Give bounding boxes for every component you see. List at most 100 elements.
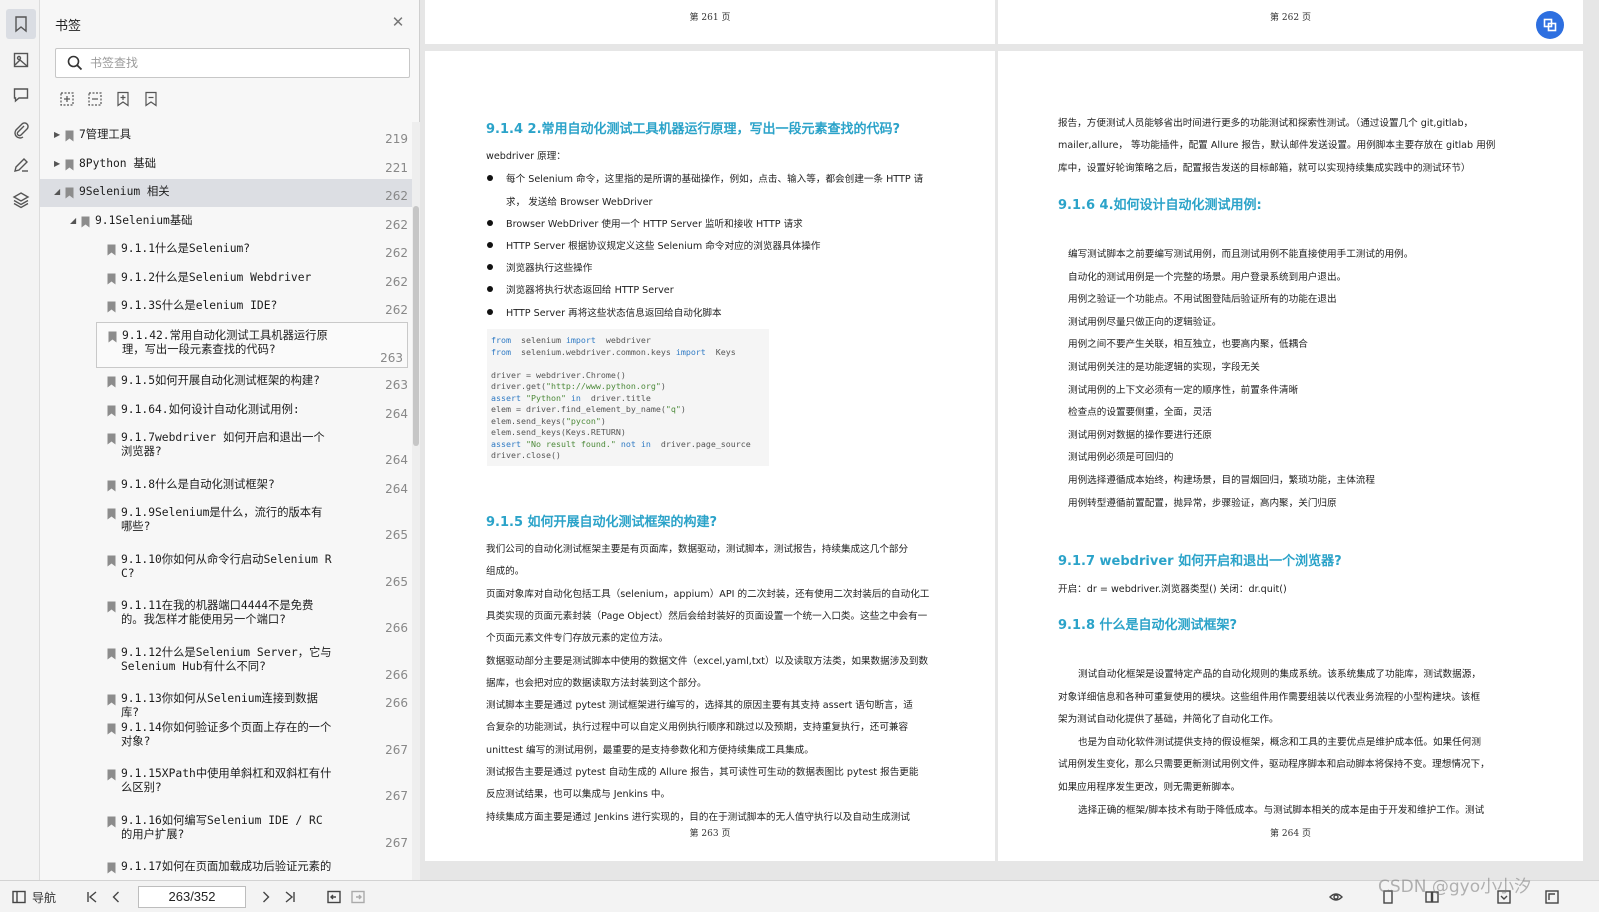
bookmark-page-number: 262 [385, 246, 408, 260]
paragraph-text: 测试脚本主要是通过 pytest 测试框架进行编写的，选择其的原因主要有其支持 … [486, 700, 913, 712]
bookmark-item[interactable]: 9.1.14你如何验证多个页面上存在的一个对象? 267 [40, 715, 412, 761]
paragraph-text: 如果应用程序发生更改，则无需更新脚本。 [1058, 782, 1241, 793]
bookmark-scroll-thumb[interactable] [413, 206, 419, 446]
left-toolbar [0, 0, 40, 880]
previous-page-button[interactable] [108, 888, 124, 906]
remove-bookmark-button[interactable] [87, 91, 105, 109]
bookmark-item[interactable]: 9.1.1什么是Selenium? 262 [40, 236, 412, 264]
bookmark-edit-button[interactable] [115, 91, 133, 109]
bookmark-page-number: 264 [385, 406, 408, 421]
paragraph-text: 反应测试结果，也可以集成与 Jenkins 中。 [486, 789, 671, 801]
section-title: 9.1.8 什么是自动化测试框架? [1058, 618, 1238, 633]
bookmark-item[interactable]: 9.1.16如何编写Selenium IDE / RC的用户扩展? 267 [40, 808, 412, 854]
bookmark-item[interactable]: 9.1.13你如何从Selenium连接到数据库? 266 [40, 686, 412, 719]
collapse-caret-icon[interactable]: ◢ [70, 216, 76, 225]
bookmark-page-number: 266 [385, 696, 408, 710]
bookmark-page-number: 267 [385, 835, 408, 850]
expand-caret-icon[interactable]: ▶ [54, 159, 60, 168]
bookmark-label: 9.1.3S什么是elenium IDE? [121, 299, 278, 312]
page-number-input[interactable]: 263/352 [138, 886, 246, 908]
bookmark-item[interactable]: 9.1.2什么是Selenium Webdriver 262 [40, 265, 412, 293]
bookmark-label: 9.1.17如何在页面加载成功后验证元素的 [121, 860, 332, 873]
bookmark-icon [107, 648, 116, 659]
bookmark-item[interactable]: 9.1.12什么是Selenium Server，它与Selenium Hub有… [40, 640, 412, 686]
bookmark-item[interactable]: 9.1.3S什么是elenium IDE? 262 [40, 293, 412, 321]
code-line: driver.close() [491, 450, 561, 460]
layers-panel-button[interactable] [6, 185, 36, 215]
bookmark-label: 9.1.16如何编写Selenium IDE / RC的用户扩展? [121, 813, 323, 841]
paragraph-text: 自动化的测试用例是一个完整的场景。用户登录系统到用户退出。 [1068, 271, 1347, 283]
bookmark-item[interactable]: 9.1.8什么是自动化测试框架? 264 [40, 472, 412, 500]
close-icon[interactable]: ✕ [390, 14, 406, 30]
paragraph-text: 选择正确的框架/脚本技术有助于降低成本。与测试脚本相关的成本是由于开发和维护工作… [1078, 804, 1485, 816]
chevron-left-icon [112, 891, 119, 903]
bookmark-page-number: 266 [385, 621, 408, 635]
paragraph-text: 对象详细信息和各种可重复使用的模块。这些组件用作需要组装以代表业务流程的小型构建… [1058, 691, 1481, 703]
collapse-caret-icon[interactable]: ◢ [54, 187, 60, 196]
paragraph-text: 试用例发生变化，那么只需要更新测试用例文件，驱动程序脚本和启动脚本将保持不变。理… [1058, 759, 1490, 771]
floating-action-button[interactable] [1536, 11, 1564, 39]
fit-page-button[interactable] [1542, 888, 1562, 906]
bookmark-page-number: 262 [385, 217, 408, 232]
bookmark-item[interactable]: 9.1.11在我的机器端口4444不是免费的。我怎样才能使用另一个端口? 266 [40, 593, 412, 639]
paragraph-text: 具类实现的页面元素封装（Page Object）然后会给封装好的页面设置一个统一… [486, 610, 928, 622]
navigation-toggle-button[interactable]: 导航 [12, 888, 62, 906]
bookmark-item[interactable]: 9.1.9Selenium是什么，流行的版本有哪些? 265 [40, 500, 412, 546]
bookmark-item[interactable]: 9.1.7webdriver 如何开启和退出一个浏览器? 264 [40, 425, 412, 471]
bookmark-outline-icon [145, 91, 157, 107]
bookmark-expand-button[interactable] [143, 91, 161, 109]
bookmark-label: 8Python 基础 [79, 156, 157, 170]
bookmark-page-number: 219 [385, 132, 408, 146]
first-page-button[interactable] [84, 888, 100, 906]
bookmark-label: 9.1.12什么是Selenium Server，它与Selenium Hub有… [121, 645, 332, 673]
bookmark-item[interactable]: ◢ 9Selenium 相关 262 [40, 179, 412, 207]
bookmark-item[interactable]: 9.1.5如何开展自动化测试框架的构建? 263 [40, 368, 412, 396]
bookmark-item[interactable]: ▶ 8Python 基础 221 [40, 151, 412, 179]
bookmark-search-input[interactable] [90, 53, 400, 73]
bookmark-item[interactable]: 9.1.15XPath中使用单斜杠和双斜杠有什么区别? 267 [40, 761, 412, 807]
paragraph-text: 也是为自动化软件测试提供支持的假设框架，概念和工具的主要优点是维护成本低。如果任… [1078, 736, 1481, 748]
bookmark-panel-button[interactable] [6, 9, 36, 39]
bookmark-label: 9.1.11在我的机器端口4444不是免费的。我怎样才能使用另一个端口? [121, 599, 314, 626]
eye-protection-button[interactable] [1322, 888, 1350, 906]
chevron-right-icon [263, 891, 270, 903]
comment-icon [13, 88, 29, 103]
add-bookmark-button[interactable] [59, 91, 77, 109]
bookmark-icon [107, 480, 116, 491]
bookmark-panel: 书签 ✕ ▶ 7管理工具 219 ▶ 8Python 基础 221 ◢ 9Selenium 相… [40, 0, 420, 880]
bookmark-label: 9.1.42.常用自动化测试工具机器运行原理，写出一段元素查找的代码? [122, 328, 328, 356]
expand-caret-icon[interactable]: ▶ [54, 130, 60, 139]
bullet-marker [487, 175, 493, 181]
signature-panel-button[interactable] [6, 150, 36, 180]
bookmark-item[interactable]: ▶ 7管理工具 219 [40, 122, 412, 150]
forward-view-button[interactable] [350, 888, 366, 906]
bookmark-icon [107, 723, 116, 734]
document-view[interactable]: 第 261 页 第 262 页 9.1.4 2.常用自动化测试工具机器运行原理，… [420, 0, 1599, 880]
back-view-button[interactable] [326, 888, 342, 906]
bookmark-item[interactable]: ◢ 9.1Selenium基础 262 [40, 208, 412, 236]
thumbnail-panel-button[interactable] [6, 45, 36, 75]
eye-icon [1329, 893, 1343, 901]
next-page-button[interactable] [258, 888, 274, 906]
bookmark-item[interactable]: 9.1.10你如何从命令行启动Selenium RC? 265 [40, 547, 412, 593]
bookmark-scrollbar[interactable] [412, 122, 420, 880]
bullet-text: 每个 Selenium 命令，这里指的是所谓的基础操作，例如，点击、输入等，都会… [506, 174, 924, 185]
paragraph-text: 我们公司的自动化测试框架主要是有页面库，数据驱动，测试脚本，测试报告，持续集成这… [486, 544, 909, 555]
bookmark-item[interactable]: 9.1.17如何在页面加载成功后验证元素的 [40, 854, 412, 880]
page-263: 9.1.4 2.常用自动化测试工具机器运行原理，写出一段元素查找的代码? web… [425, 51, 995, 861]
code-line: from selenium import webdriver [491, 335, 651, 345]
bookmark-icon [107, 601, 116, 613]
status-bar: 导航 263/352 [0, 880, 1599, 912]
bookmark-page-number: 264 [385, 481, 408, 496]
bookmark-label: 9.1.64.如何设计自动化测试用例: [121, 402, 300, 416]
bookmark-item[interactable]: 9.1.42.常用自动化测试工具机器运行原理，写出一段元素查找的代码? 263 [96, 321, 408, 368]
last-page-button[interactable] [282, 888, 298, 906]
bookmark-page-number: 266 [385, 667, 408, 682]
comment-panel-button[interactable] [6, 80, 36, 110]
paragraph-text: 检查点的设置要侧重，全面，灵活 [1068, 407, 1212, 419]
attachment-panel-button[interactable] [6, 115, 36, 145]
bookmark-item[interactable]: 9.1.64.如何设计自动化测试用例: 264 [40, 397, 412, 425]
bookmark-search-box[interactable] [55, 48, 410, 78]
paragraph-text: 数据驱动部分主要是测试脚本中使用的数据文件（excel,yaml,txt）以及读… [486, 655, 929, 667]
